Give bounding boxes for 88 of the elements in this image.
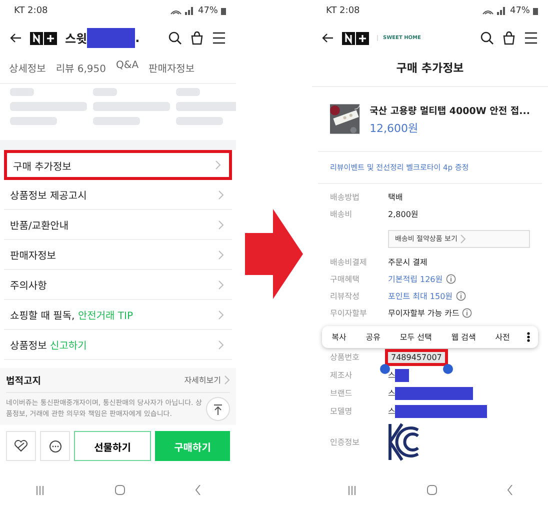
selection-handle[interactable] — [380, 364, 390, 374]
recent-apps-icon[interactable] — [35, 486, 45, 494]
spec-label: 인증정보 — [330, 436, 360, 448]
battery-icon — [533, 7, 538, 15]
gift-button[interactable]: 선물하기 — [74, 431, 151, 461]
logo-icon[interactable] — [30, 32, 57, 44]
detail-label: 무이자할부 — [330, 308, 368, 318]
shopping-bag-icon[interactable] — [502, 31, 516, 45]
chevron-icon — [215, 160, 221, 170]
legal-notice-title: 법적고지 — [6, 375, 41, 387]
status-time: KT 2:08 — [14, 6, 48, 16]
chevron-icon — [224, 375, 230, 385]
home-icon[interactable] — [115, 485, 125, 495]
battery-level: 47% — [510, 6, 530, 16]
redaction-block — [395, 368, 410, 382]
tab[interactable]: 판매자정보 — [148, 60, 195, 75]
logo-icon[interactable] — [342, 32, 369, 44]
spec-value: 스 — [388, 406, 396, 416]
shopping-bag-icon[interactable] — [190, 31, 204, 45]
spec-label: 상품번호 — [330, 352, 360, 362]
selection-handle[interactable] — [442, 364, 453, 374]
detail-value: 주문시 결제 — [388, 256, 428, 268]
menu-item[interactable]: 구매 추가정보 — [4, 150, 232, 180]
signal-icon — [168, 7, 195, 15]
status-time: KT 2:08 — [326, 6, 360, 16]
chevron-icon — [218, 310, 224, 320]
scroll-top-button[interactable] — [206, 397, 230, 421]
heart-icon — [14, 440, 28, 452]
info-icon[interactable] — [446, 274, 456, 284]
menu-icon[interactable] — [524, 32, 538, 44]
right-arrow-icon — [245, 208, 303, 298]
store-title: 스윗 — [65, 30, 88, 46]
back-icon[interactable] — [195, 485, 201, 495]
store-title-end: . — [135, 31, 140, 45]
chat-button[interactable] — [40, 431, 70, 461]
spec-label: 제조사 — [330, 370, 354, 380]
certification-mark-icon — [388, 422, 422, 462]
detail-label: 배송비결제 — [330, 256, 368, 268]
spec-value: 7489457007 — [391, 352, 442, 362]
more-options-icon[interactable] — [527, 332, 530, 342]
chevron-icon — [218, 340, 224, 350]
home-icon[interactable] — [427, 485, 437, 495]
page-title: 구매 추가정보 — [312, 54, 548, 87]
chevron-icon — [460, 234, 466, 244]
back-arrow-icon[interactable] — [10, 33, 22, 43]
chevron-icon — [218, 190, 224, 200]
tab[interactable]: Q&A — [116, 60, 139, 75]
wishlist-button[interactable] — [6, 431, 36, 461]
signal-icon — [480, 7, 507, 15]
menu-icon[interactable] — [212, 32, 226, 44]
detail-value: 무이자할부 가능 카드 — [388, 308, 460, 318]
chevron-icon — [218, 250, 224, 260]
chevron-icon — [218, 220, 224, 230]
detail-value: 택배 — [388, 192, 403, 202]
back-icon[interactable] — [507, 485, 513, 495]
detail-label: 구매혜택 — [330, 274, 360, 284]
tab[interactable]: 리뷰 6,950 — [56, 60, 106, 75]
search-icon[interactable] — [168, 31, 182, 45]
spec-label: 브랜드 — [330, 388, 354, 398]
context-menu-item[interactable]: 웹 검색 — [449, 330, 478, 344]
chat-bubble-icon — [48, 440, 62, 452]
product-name[interactable]: 국산 고용량 멀티탭 4000W 안전 접... — [370, 102, 530, 116]
info-icon[interactable] — [456, 291, 466, 301]
battery-icon — [221, 7, 226, 15]
detail-label: 배송방법 — [330, 192, 360, 202]
product-price: 12,600원 — [370, 120, 420, 136]
detail-label: 배송비 — [330, 208, 354, 220]
recent-apps-icon[interactable] — [347, 486, 357, 494]
context-menu-item[interactable]: 사전 — [493, 330, 512, 344]
detail-label: 리뷰작성 — [330, 290, 360, 302]
detail-value: 포인트 최대 150원 — [388, 290, 453, 302]
context-menu-item[interactable]: 복사 — [330, 330, 348, 344]
spec-label: 모델명 — [330, 406, 354, 416]
tab[interactable]: 상세정보 — [9, 60, 46, 75]
detail-value: 기본적립 126원 — [388, 274, 443, 284]
battery-level: 47% — [198, 6, 218, 16]
details-link[interactable]: 자세히보기 — [184, 374, 230, 386]
back-arrow-icon[interactable] — [322, 33, 334, 43]
search-icon[interactable] — [480, 31, 494, 45]
detail-value: 2,800원 — [388, 208, 418, 220]
info-icon[interactable] — [462, 308, 472, 318]
context-menu-item[interactable]: 공유 — [364, 330, 382, 344]
chevron-icon — [218, 280, 224, 290]
context-menu-item[interactable]: 모두 선택 — [398, 330, 434, 344]
arrow-up-icon — [213, 404, 223, 414]
redaction-block — [87, 28, 136, 48]
spec-value: 스 — [388, 388, 396, 398]
spec-value: 스 — [388, 370, 396, 380]
